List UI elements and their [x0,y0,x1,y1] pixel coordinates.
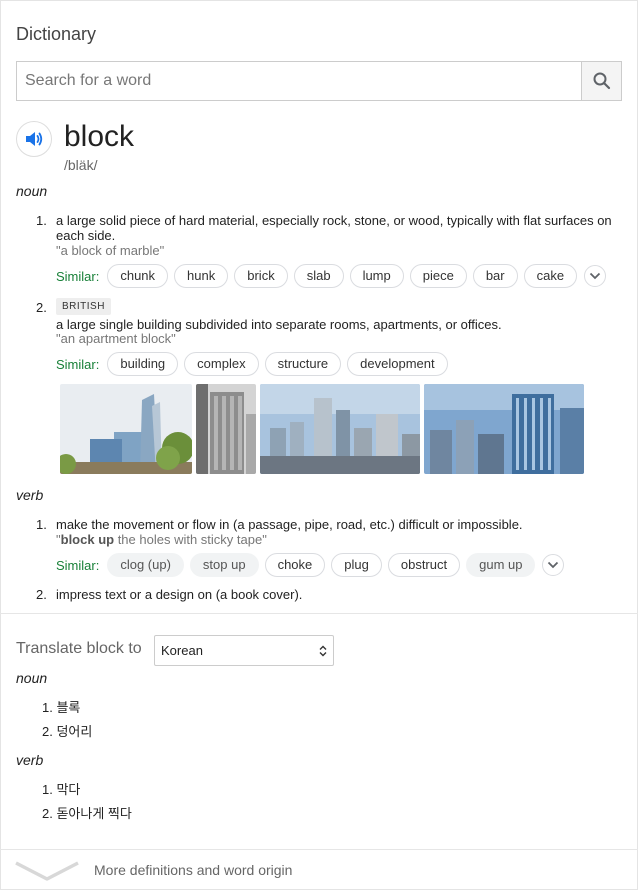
example: "a block of marble" [56,243,165,258]
sense-number: 2. [36,300,47,315]
building-image[interactable] [196,384,256,474]
building-image[interactable] [424,384,584,474]
similar-chip[interactable]: clog (up) [107,553,184,577]
similar-chip[interactable]: brick [234,264,288,288]
expand-similar-button[interactable] [584,265,607,287]
similar-chip[interactable]: choke [264,553,326,577]
region-badge: BRITISH [56,298,111,315]
similar-chip[interactable]: complex [184,352,259,376]
translation-item: 1. 막다 [42,782,81,797]
translate-pos-noun: noun [16,670,48,686]
phonetic: /bläk/ [64,157,98,173]
definition: impress text or a design on (a book cove… [56,587,303,602]
translation-item: 2. 돋아나게 찍다 [42,806,132,821]
definition: a large single building subdivided into … [56,317,502,332]
similar-chip[interactable]: cake [523,264,578,288]
search-button[interactable] [581,62,621,100]
similar-row: Similar: building complex structure deve… [56,352,454,376]
headword: block [64,120,135,153]
similar-row: Similar: chunk hunk brick slab lump piec… [56,264,607,288]
similar-chip[interactable]: structure [264,352,342,376]
building-image[interactable] [60,384,192,474]
select-arrows-icon [319,645,327,656]
similar-row: Similar: clog (up) stop up choke plug ob… [56,553,565,577]
example-highlight: block up [60,532,115,547]
similar-chip[interactable]: plug [331,553,382,577]
language-select[interactable]: Korean [154,635,334,666]
language-value: Korean [161,643,203,658]
similar-label: Similar: [56,356,100,372]
translate-pos-verb: verb [16,752,44,768]
definition: a large solid piece of hard material, es… [56,213,612,243]
building-image[interactable] [260,384,420,474]
more-definitions-label: More definitions and word origin [94,862,293,878]
translate-label: Translate block to [16,640,142,657]
pronounce-button[interactable] [16,121,52,157]
sense-number: 2. [36,587,47,602]
card-title: Dictionary [16,24,97,44]
example: "block up the holes with sticky tape" [56,532,267,547]
chevron-down-icon [15,861,79,881]
similar-chip[interactable]: gum up [466,553,536,577]
similar-chip[interactable]: slab [293,264,344,288]
definition: make the movement or flow in (a passage,… [56,517,523,532]
sense-number: 1. [36,213,47,228]
similar-chip[interactable]: development [347,352,448,376]
similar-chip[interactable]: lump [349,264,404,288]
search-icon [593,72,610,90]
similar-chip[interactable]: building [107,352,179,376]
example: "an apartment block" [56,331,176,346]
section-divider [0,613,638,614]
search-input[interactable] [17,62,581,100]
similar-chip[interactable]: obstruct [387,553,461,577]
chevron-down-icon [548,561,559,569]
sense-number: 1. [36,517,47,532]
more-definitions-link[interactable]: More definitions and word origin [0,850,638,890]
similar-chip[interactable]: hunk [174,264,229,288]
similar-chip[interactable]: piece [409,264,467,288]
speaker-icon [26,132,43,146]
translation-item: 1. 블록 [42,700,81,715]
search-box [16,61,622,101]
pos-verb: verb [16,487,44,503]
similar-label: Similar: [56,268,100,284]
similar-label: Similar: [56,557,100,573]
chevron-down-icon [589,272,601,280]
similar-chip[interactable]: stop up [189,553,259,577]
similar-chip[interactable]: bar [472,264,518,288]
expand-similar-button[interactable] [542,554,565,576]
pos-noun: noun [16,183,48,199]
similar-chip[interactable]: chunk [107,264,169,288]
translation-item: 2. 덩어리 [42,724,93,739]
